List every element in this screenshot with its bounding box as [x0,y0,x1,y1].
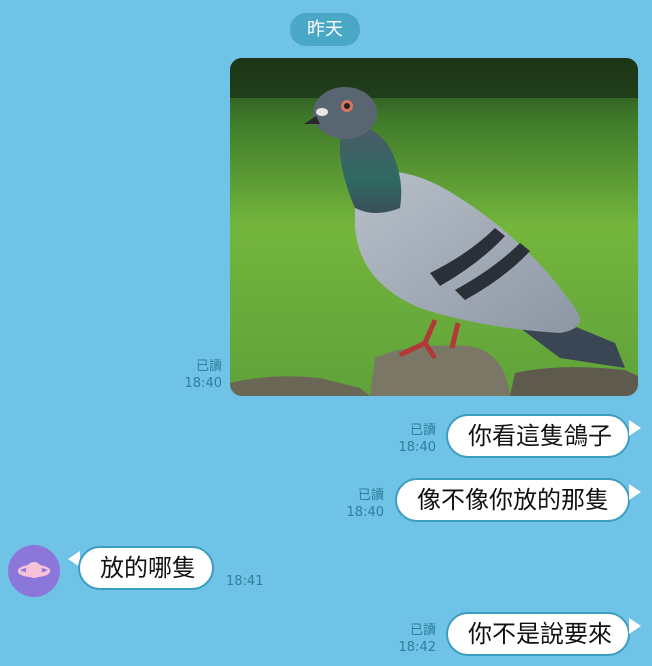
message-meta: 已讀 18:40 [182,358,222,392]
timestamp: 18:42 [398,640,436,655]
bubble-tail [629,420,641,436]
message-meta: 已讀 18:42 [396,622,436,656]
message-meta: 已讀 18:40 [396,422,436,456]
image-message-pigeon[interactable] [230,58,638,396]
timestamp: 18:40 [398,440,436,455]
bubble-tail [629,618,641,634]
planet-icon [17,562,51,578]
timestamp: 18:41 [226,574,264,589]
avatar[interactable] [8,545,60,597]
timestamp: 18:40 [184,376,222,391]
message-text: 你看這隻鴿子 [468,422,612,450]
message-bubble[interactable]: 你不是說要來 [446,612,630,656]
message-text: 你不是說要來 [468,620,612,648]
date-separator: 昨天 [290,13,360,46]
message-bubble[interactable]: 放的哪隻 [78,546,214,590]
message-text: 像不像你放的那隻 [417,486,609,514]
message-meta: 已讀 18:40 [344,487,384,521]
message-text: 放的哪隻 [100,554,196,582]
read-status: 已讀 [357,488,384,503]
bubble-tail [629,484,641,500]
message-bubble[interactable]: 你看這隻鴿子 [446,414,630,458]
read-status: 已讀 [409,623,436,638]
pigeon-photo [230,58,638,396]
read-status: 已讀 [409,423,436,438]
timestamp: 18:40 [346,505,384,520]
message-bubble[interactable]: 像不像你放的那隻 [395,478,630,522]
read-status: 已讀 [195,359,222,374]
